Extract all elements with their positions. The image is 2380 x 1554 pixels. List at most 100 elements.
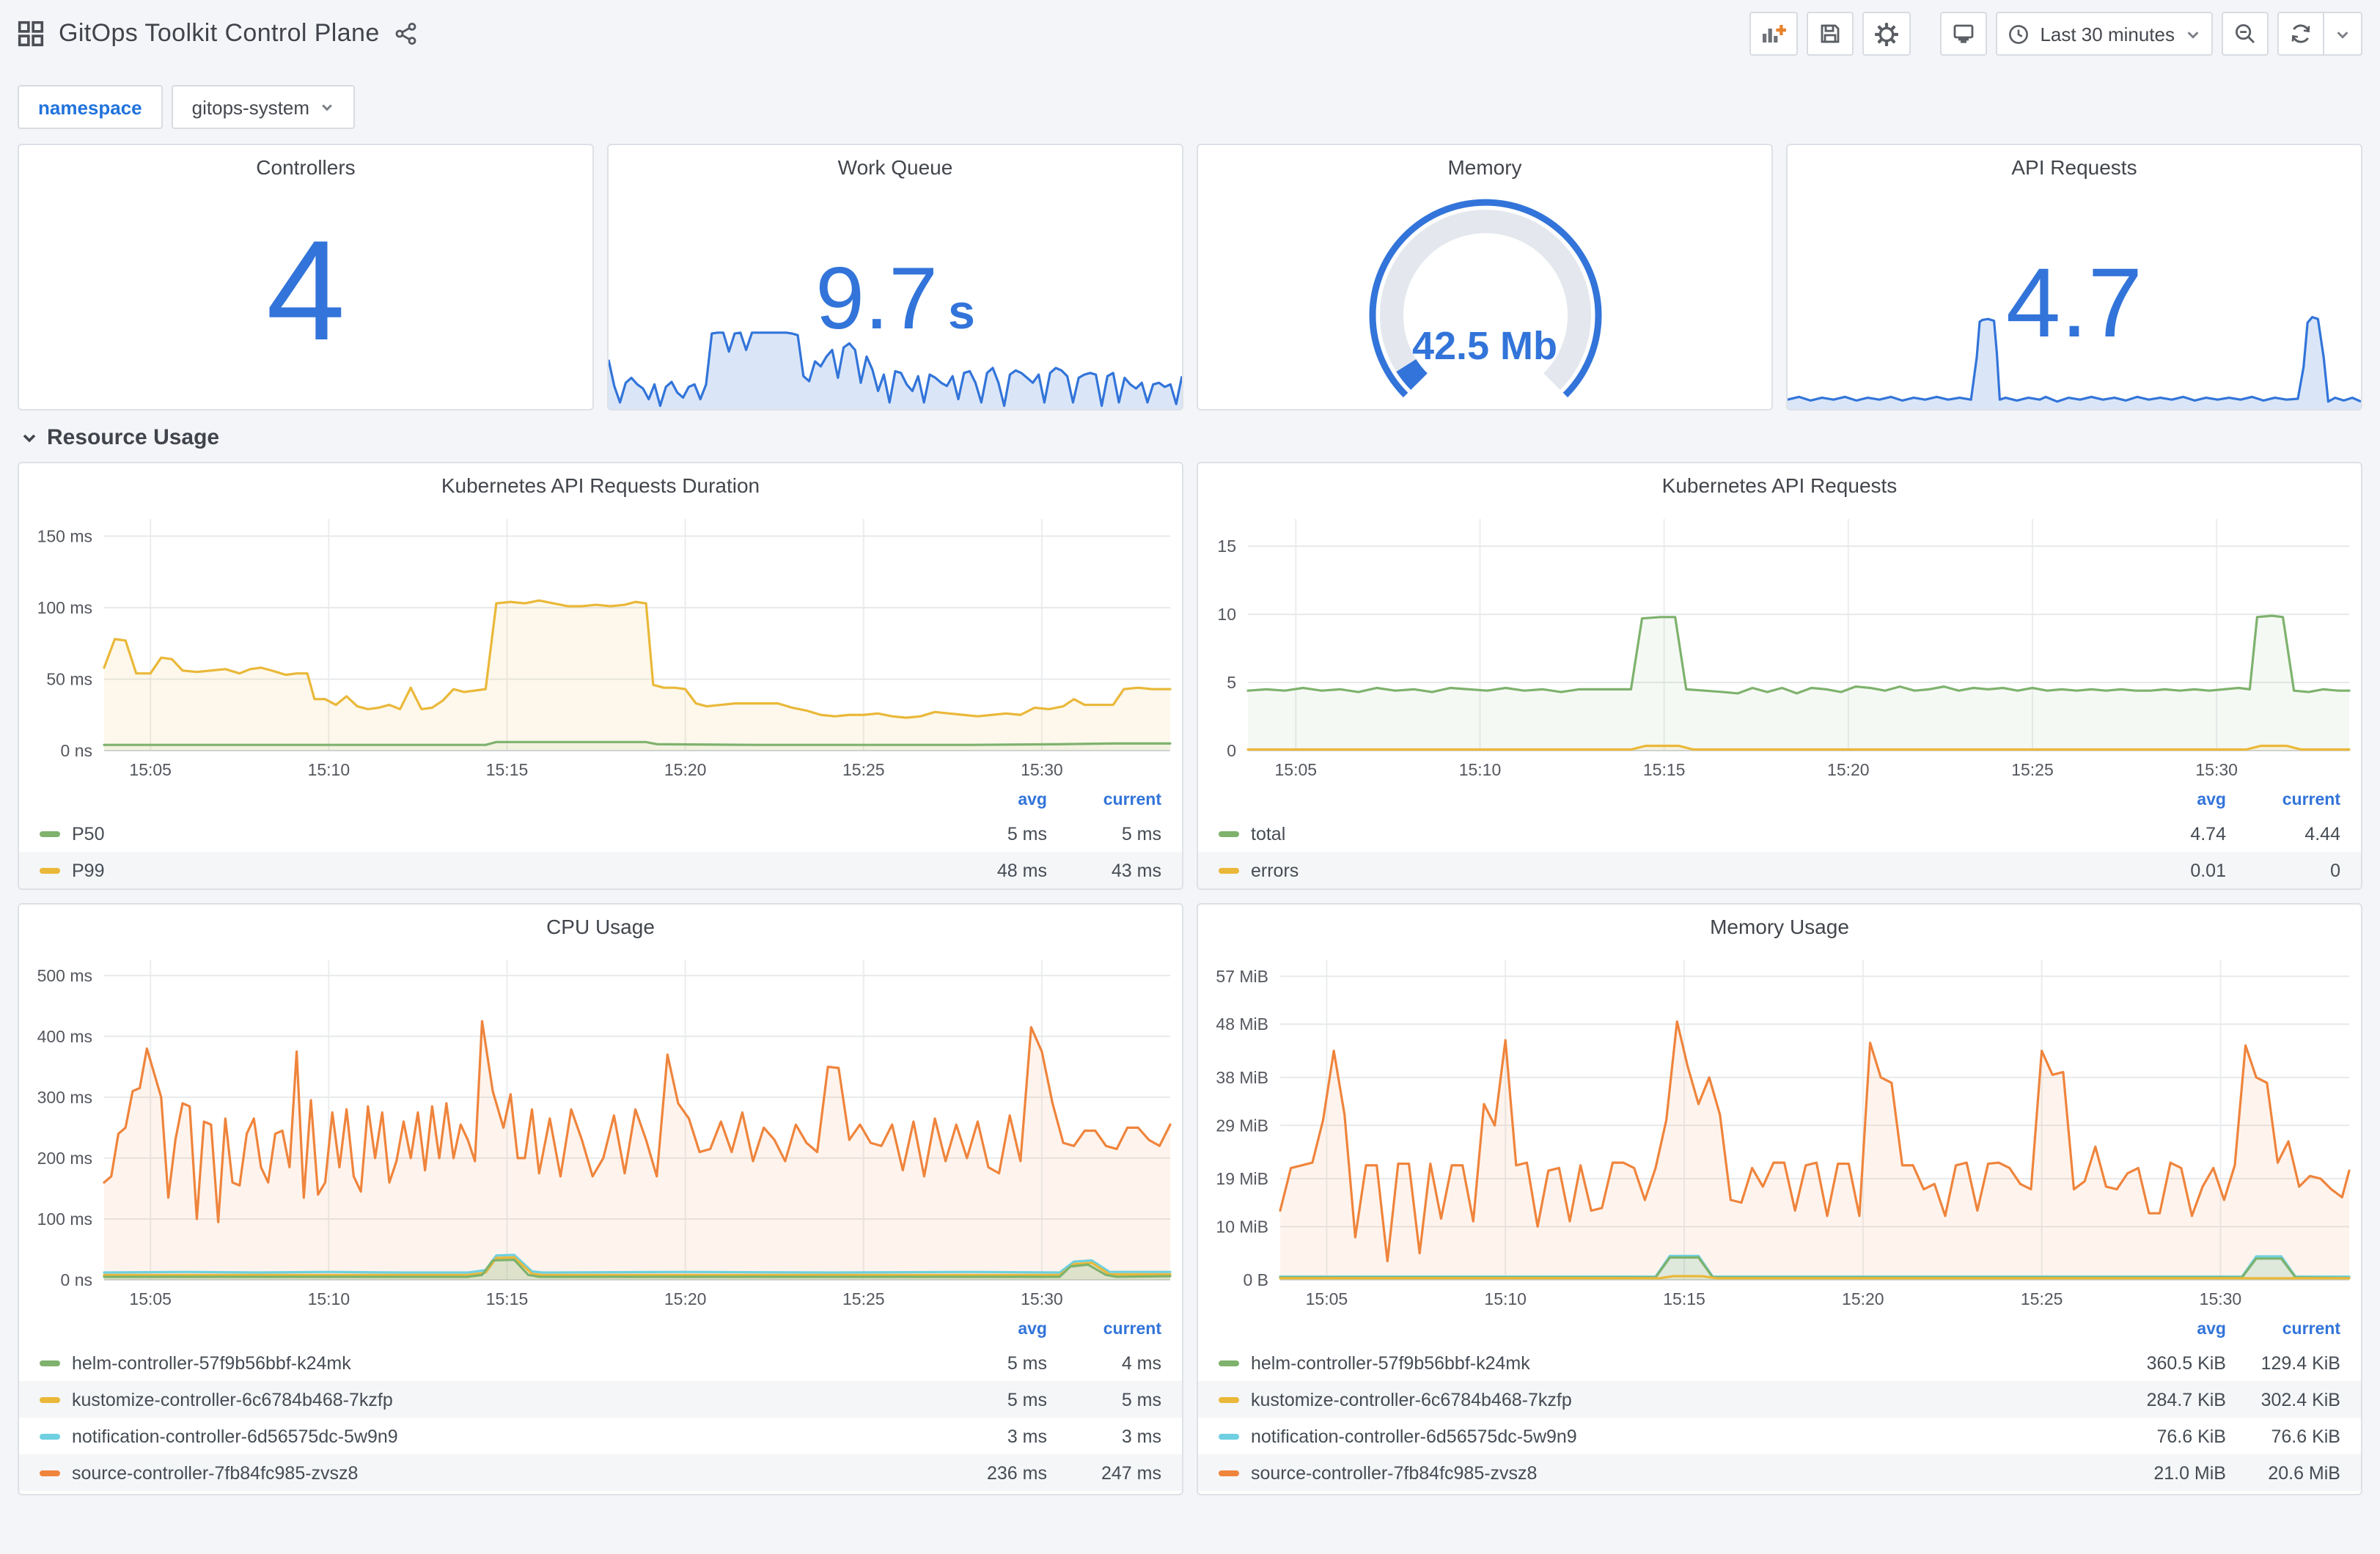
panel-title[interactable]: CPU Usage <box>19 905 1182 949</box>
panel-controllers: Controllers 4 <box>18 144 594 410</box>
legend-row: source-controller-7fb84fc985-zvsz8 21.0 M… <box>1198 1454 2361 1491</box>
series-color-dash <box>1219 1396 1239 1402</box>
stat-panels-row: Controllers 4 Work Queue 9.7 s Memory 42.… <box>18 144 2362 410</box>
svg-text:15:15: 15:15 <box>1663 1289 1705 1308</box>
svg-text:15:25: 15:25 <box>842 760 885 779</box>
svg-text:15:20: 15:20 <box>1842 1289 1884 1308</box>
legend-series-name[interactable]: helm-controller-57f9b56bbf-k24mk <box>40 1352 944 1373</box>
legend-row: kustomize-controller-6c6784b468-7kzfp 284… <box>1198 1381 2361 1418</box>
panel-title[interactable]: Work Queue <box>609 145 1182 189</box>
legend-series-name[interactable]: kustomize-controller-6c6784b468-7kzfp <box>1219 1389 2123 1410</box>
chevron-down-icon <box>2187 31 2199 38</box>
memory-gauge-value: 42.5 Mb <box>1411 324 1558 369</box>
panel-title[interactable]: API Requests <box>1788 145 2361 189</box>
time-range-picker[interactable]: Last 30 minutes <box>1996 12 2213 56</box>
row-toggle-resource-usage[interactable]: Resource Usage <box>18 410 2362 462</box>
refresh-button[interactable] <box>2277 12 2324 56</box>
svg-text:15: 15 <box>1217 537 1236 556</box>
legend-series-name[interactable]: errors <box>1219 860 2123 880</box>
panel-title[interactable]: Memory Usage <box>1198 905 2361 949</box>
svg-text:15:10: 15:10 <box>1484 1289 1527 1308</box>
legend-series-name[interactable]: helm-controller-57f9b56bbf-k24mk <box>1219 1352 2123 1373</box>
panel-title[interactable]: Controllers <box>19 145 592 189</box>
share-icon[interactable] <box>394 22 418 45</box>
svg-text:15:15: 15:15 <box>1643 760 1686 779</box>
zoom-out-button[interactable] <box>2222 12 2269 56</box>
svg-text:0 ns: 0 ns <box>61 1270 92 1289</box>
legend-sort-current[interactable]: current <box>2226 1321 2340 1338</box>
legend-sort-avg[interactable]: avg <box>944 792 1047 809</box>
svg-text:0 B: 0 B <box>1243 1270 1268 1289</box>
svg-text:15:05: 15:05 <box>129 760 172 779</box>
legend-row: helm-controller-57f9b56bbf-k24mk 5 ms 4 ms <box>19 1344 1182 1381</box>
panel-title[interactable]: Kubernetes API Requests Duration <box>19 463 1182 507</box>
namespace-value: gitops-system <box>191 96 310 118</box>
legend-series-name[interactable]: kustomize-controller-6c6784b468-7kzfp <box>40 1389 944 1410</box>
panel-title[interactable]: Memory <box>1198 145 1771 189</box>
namespace-select[interactable]: gitops-system <box>171 85 356 129</box>
legend-row: notification-controller-6d56575dc-5w9n9 7… <box>1198 1418 2361 1454</box>
legend-sort-current[interactable]: current <box>1047 792 1161 809</box>
svg-text:15:25: 15:25 <box>842 1289 885 1308</box>
legend-avg-value: 5 ms <box>1007 1352 1047 1373</box>
time-range-label: Last 30 minutes <box>2040 23 2175 45</box>
row-title: Resource Usage <box>47 425 220 450</box>
legend-series-name[interactable]: P50 <box>40 823 944 844</box>
svg-text:0 ns: 0 ns <box>61 741 92 760</box>
svg-text:15:30: 15:30 <box>2195 760 2238 779</box>
apps-grid-icon[interactable] <box>18 21 44 47</box>
svg-text:400 ms: 400 ms <box>37 1027 92 1046</box>
legend-series-name[interactable]: source-controller-7fb84fc985-zvsz8 <box>40 1462 944 1483</box>
svg-text:15:30: 15:30 <box>1021 760 1063 779</box>
legend-current-value: 43 ms <box>1111 860 1161 880</box>
chevron-down-icon <box>322 104 332 111</box>
legend-sort-current[interactable]: current <box>2226 792 2340 809</box>
legend-header: avg current <box>1198 786 2361 815</box>
tv-mode-button[interactable] <box>1940 12 1988 56</box>
legend-row: total 4.74 4.44 <box>1198 815 2361 852</box>
legend-series-name[interactable]: notification-controller-6d56575dc-5w9n9 <box>1219 1426 2123 1446</box>
chart-plot-area[interactable]: 15:05 15:10 15:15 15:20 15:25 15:30 0 ns 100 ms… <box>19 949 1182 1312</box>
legend-avg-value: 76.6 KiB <box>2156 1426 2226 1446</box>
svg-text:10 MiB: 10 MiB <box>1216 1217 1268 1236</box>
legend-sort-current[interactable]: current <box>1047 1321 1161 1338</box>
chart-legend: avg current helm-controller-57f9b56bbf-k24… <box>1198 1312 2361 1494</box>
legend-avg-value: 5 ms <box>1007 823 1047 844</box>
legend-avg-value: 3 ms <box>1007 1426 1047 1446</box>
legend-current-value: 76.6 KiB <box>2271 1426 2340 1446</box>
chevron-down-icon <box>23 433 36 442</box>
add-panel-button[interactable] <box>1749 12 1799 56</box>
legend-series-name[interactable]: total <box>1219 823 2123 844</box>
legend-row: notification-controller-6d56575dc-5w9n9 3… <box>19 1418 1182 1454</box>
series-color-dash <box>1219 1360 1239 1366</box>
legend-current-value: 5 ms <box>1121 1389 1161 1410</box>
legend-series-name[interactable]: notification-controller-6d56575dc-5w9n9 <box>40 1426 944 1446</box>
series-color-dash <box>40 867 60 873</box>
svg-text:150 ms: 150 ms <box>37 526 92 545</box>
legend-avg-value: 0.01 <box>2190 860 2226 880</box>
legend-current-value: 3 ms <box>1121 1426 1161 1446</box>
legend-row: P99 48 ms 43 ms <box>19 852 1182 888</box>
legend-series-name[interactable]: source-controller-7fb84fc985-zvsz8 <box>1219 1462 2123 1483</box>
submenu-controls: namespace gitops-system <box>18 67 2362 144</box>
legend-series-name[interactable]: P99 <box>40 860 944 880</box>
series-color-dash <box>1219 867 1239 873</box>
chevron-down-icon <box>2337 31 2348 38</box>
save-dashboard-button[interactable] <box>1807 12 1854 56</box>
legend-sort-avg[interactable]: avg <box>944 1321 1047 1338</box>
controllers-value: 4 <box>266 210 345 370</box>
grafana-dashboard: GitOps Toolkit Control Plane Last 30 min… <box>0 0 2380 1554</box>
dashboard-header: GitOps Toolkit Control Plane Last 30 min… <box>18 0 2362 67</box>
chart-plot-area[interactable]: 15:05 15:10 15:15 15:20 15:25 15:30 0 ns 50 ms 1… <box>19 507 1182 783</box>
svg-text:15:10: 15:10 <box>308 1289 350 1308</box>
chart-plot-area[interactable]: 15:05 15:10 15:15 15:20 15:25 15:30 0 5 10 15 <box>1198 507 2361 783</box>
svg-text:15:20: 15:20 <box>664 760 707 779</box>
chart-legend: avg current helm-controller-57f9b56bbf-k24… <box>19 1312 1182 1494</box>
chart-plot-area[interactable]: 15:05 15:10 15:15 15:20 15:25 15:30 0 B 10 MiB 1… <box>1198 949 2361 1312</box>
legend-sort-avg[interactable]: avg <box>2123 1321 2226 1338</box>
svg-text:15:25: 15:25 <box>2021 1289 2063 1308</box>
settings-gear-button[interactable] <box>1862 12 1911 56</box>
legend-sort-avg[interactable]: avg <box>2123 792 2226 809</box>
refresh-interval-dropdown[interactable] <box>2324 12 2362 56</box>
panel-title[interactable]: Kubernetes API Requests <box>1198 463 2361 507</box>
